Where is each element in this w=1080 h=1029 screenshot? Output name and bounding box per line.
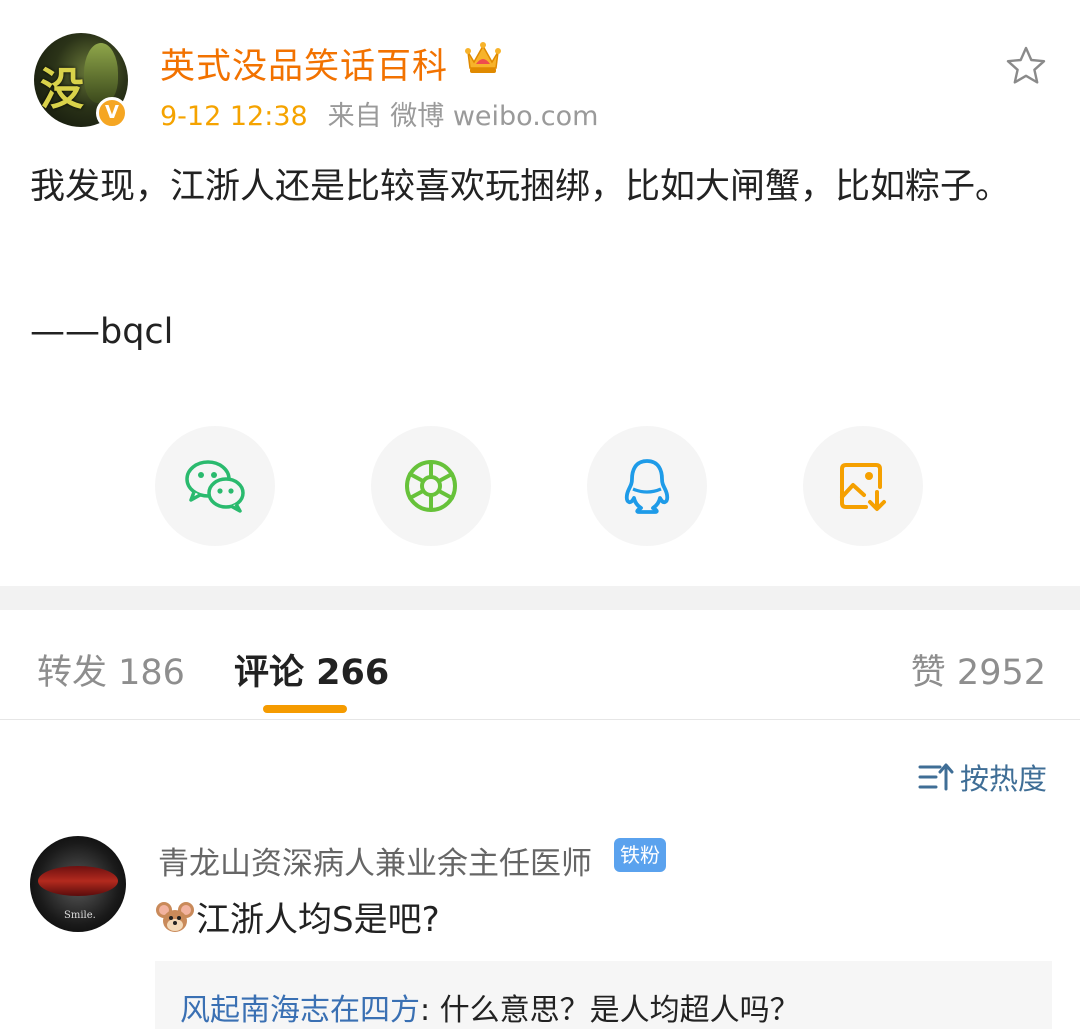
- tab-likes[interactable]: 赞 2952: [911, 644, 1046, 695]
- active-tab-indicator: [263, 705, 347, 713]
- post-body: 我发现，江浙人还是比较喜欢玩捆绑，比如大闸蟹，比如粽子。: [30, 167, 1011, 207]
- post-time: 9-12 12:38: [160, 101, 308, 132]
- avatar-artwork: [38, 866, 118, 896]
- fan-badge: 铁粉: [614, 838, 666, 872]
- comment-body: 江浙人均S是吧?: [196, 900, 440, 940]
- avatar-caption: Smile.: [64, 910, 96, 921]
- commenter-avatar[interactable]: Smile.: [30, 836, 126, 932]
- reply-text: : 什么意思？是人均超人吗？: [420, 993, 800, 1028]
- moments-icon: [405, 460, 457, 512]
- favorite-star-icon[interactable]: [1004, 44, 1048, 88]
- commenter-name[interactable]: 青龙山资深病人兼业余主任医师: [158, 838, 592, 883]
- author-name[interactable]: 英式没品笑话百科: [160, 38, 448, 89]
- post-signature: ——bqcl: [30, 312, 174, 352]
- sort-by-hot-button[interactable]: 按热度: [918, 756, 1047, 798]
- tab-forward[interactable]: 转发 186: [37, 644, 185, 695]
- comment-text: 江浙人均S是吧?: [156, 892, 440, 941]
- sort-label: 按热度: [960, 762, 1048, 796]
- tab-comments[interactable]: 评论 266: [234, 644, 389, 695]
- jerry-emoji-icon: [156, 901, 194, 932]
- sort-icon: [918, 763, 954, 791]
- reply-line: 风起南海志在四方: 什么意思？是人均超人吗？: [180, 985, 800, 1029]
- crown-icon: [465, 42, 501, 73]
- avatar-figure: [84, 43, 118, 103]
- share-wechat-button[interactable]: [155, 426, 275, 546]
- avatar-artwork: 没: [40, 64, 84, 115]
- save-image-icon: [840, 463, 886, 511]
- verified-badge-icon: V: [96, 97, 128, 129]
- qq-icon: [624, 459, 670, 514]
- divider: [0, 719, 1080, 720]
- share-moments-button[interactable]: [371, 426, 491, 546]
- reply-user[interactable]: 风起南海志在四方: [180, 993, 420, 1028]
- share-qq-button[interactable]: [587, 426, 707, 546]
- wechat-icon: [185, 460, 245, 513]
- post-meta: 9-12 12:38 来自 微博 weibo.com: [160, 94, 598, 133]
- section-separator: [0, 586, 1080, 610]
- post-source[interactable]: 来自 微博 weibo.com: [328, 101, 599, 132]
- save-image-button[interactable]: [803, 426, 923, 546]
